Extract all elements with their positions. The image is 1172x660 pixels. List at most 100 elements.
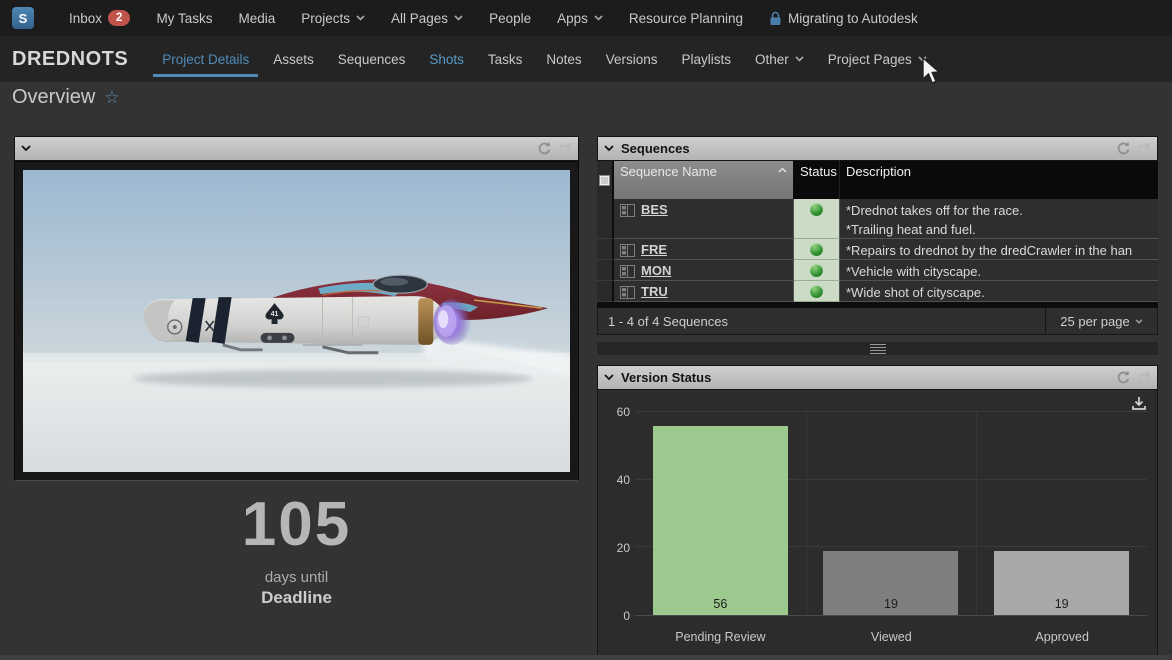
nav-media[interactable]: Media bbox=[225, 0, 288, 36]
bar-viewed[interactable]: 19 bbox=[823, 551, 958, 615]
refresh-icon[interactable] bbox=[537, 141, 552, 156]
favorite-star-icon[interactable]: ☆ bbox=[104, 88, 119, 108]
chevron-down-icon bbox=[1135, 319, 1143, 324]
shotgrid-logo[interactable]: S bbox=[12, 7, 34, 29]
nav-inbox[interactable]: Inbox 2 bbox=[56, 0, 143, 36]
bar-value-label: 19 bbox=[823, 597, 958, 611]
sort-ascending-icon bbox=[778, 167, 787, 173]
lock-icon bbox=[769, 11, 782, 26]
tab-tasks[interactable]: Tasks bbox=[476, 36, 535, 82]
tab-assets[interactable]: Assets bbox=[261, 36, 326, 82]
inbox-count-badge: 2 bbox=[108, 10, 130, 26]
table-row: TRU *Wide shot of cityscape. bbox=[597, 281, 1158, 302]
top-nav: S Inbox 2 My Tasks Media Projects All Pa… bbox=[0, 0, 1172, 36]
tab-shots[interactable]: Shots bbox=[417, 36, 476, 82]
media-thumbnail[interactable]: 41 bbox=[14, 161, 579, 481]
tab-playlists[interactable]: Playlists bbox=[669, 36, 743, 82]
nav-all-pages[interactable]: All Pages bbox=[378, 0, 476, 36]
column-header-sequence-name[interactable]: Sequence Name bbox=[614, 161, 794, 199]
sequences-table: Sequence Name Status Description BES *Dr… bbox=[597, 161, 1158, 308]
y-axis-tick-label: 40 bbox=[602, 473, 630, 487]
nav-people[interactable]: People bbox=[476, 0, 544, 36]
nav-resource-planning[interactable]: Resource Planning bbox=[616, 0, 756, 36]
status-cell[interactable] bbox=[794, 199, 840, 239]
sequence-link[interactable]: MON bbox=[641, 263, 671, 279]
version-status-chart: 561919 0204060 Pending ReviewViewedAppro… bbox=[597, 390, 1158, 656]
sequence-link[interactable]: BES bbox=[641, 202, 668, 218]
chevron-down-icon bbox=[454, 15, 463, 21]
sequence-link[interactable]: TRU bbox=[641, 284, 668, 300]
sequence-thumbnail-icon bbox=[620, 204, 635, 217]
description-cell[interactable]: *Repairs to drednot by the dredCrawler i… bbox=[840, 239, 1158, 260]
nav-my-tasks[interactable]: My Tasks bbox=[143, 0, 225, 36]
status-green-icon bbox=[810, 243, 823, 256]
chevron-down-icon bbox=[594, 15, 603, 21]
version-status-panel-header: Version Status bbox=[597, 365, 1158, 390]
tab-notes[interactable]: Notes bbox=[534, 36, 593, 82]
tab-versions[interactable]: Versions bbox=[594, 36, 670, 82]
deadline-countdown: 105 days until Deadline bbox=[14, 492, 579, 608]
record-range-text: 1 - 4 of 4 Sequences bbox=[598, 314, 1045, 329]
sequences-panel-header: Sequences bbox=[597, 136, 1158, 161]
resize-panel-icon[interactable] bbox=[1138, 142, 1151, 155]
refresh-icon[interactable] bbox=[1116, 370, 1131, 385]
version-status-panel-title: Version Status bbox=[621, 370, 711, 385]
bar-pending-review[interactable]: 56 bbox=[653, 426, 788, 615]
sequences-panel: Sequences Sequence Name Status Descripti… bbox=[597, 136, 1158, 335]
column-header-description[interactable]: Description bbox=[840, 161, 1158, 199]
description-cell[interactable]: *Wide shot of cityscape. bbox=[840, 281, 1158, 302]
refresh-icon[interactable] bbox=[1116, 141, 1131, 156]
y-axis-tick-label: 0 bbox=[602, 609, 630, 623]
status-cell[interactable] bbox=[794, 260, 840, 281]
tab-sequences[interactable]: Sequences bbox=[326, 36, 418, 82]
resize-panel-icon[interactable] bbox=[559, 142, 572, 155]
svg-text:41: 41 bbox=[271, 311, 279, 318]
description-cell[interactable]: *Drednot takes off for the race. *Traili… bbox=[840, 199, 1158, 239]
sequence-thumbnail-icon bbox=[620, 265, 635, 278]
column-header-status[interactable]: Status bbox=[794, 161, 840, 199]
select-all-cell bbox=[597, 161, 614, 199]
status-cell[interactable] bbox=[794, 281, 840, 302]
panel-resize-handle[interactable] bbox=[597, 342, 1158, 355]
tab-project-pages[interactable]: Project Pages bbox=[816, 36, 939, 82]
media-panel: 41 bbox=[14, 136, 579, 481]
bar-value-label: 56 bbox=[653, 597, 788, 611]
chart-plot: 56 19 19 bbox=[635, 412, 1147, 616]
sequence-thumbnail-icon bbox=[620, 286, 635, 299]
sequences-table-header: Sequence Name Status Description bbox=[597, 161, 1158, 199]
collapse-chevron-icon[interactable] bbox=[604, 374, 614, 381]
status-cell[interactable] bbox=[794, 239, 840, 260]
select-all-checkbox[interactable] bbox=[599, 175, 610, 186]
rocket-image: 41 bbox=[23, 170, 570, 472]
version-status-panel: Version Status 561919 0204060 Pending Re… bbox=[597, 365, 1158, 656]
nav-apps[interactable]: Apps bbox=[544, 0, 616, 36]
collapse-chevron-icon[interactable] bbox=[21, 145, 31, 152]
chevron-down-icon bbox=[356, 15, 365, 21]
x-axis-category-label: Pending Review bbox=[635, 630, 806, 644]
nav-migrating-to-autodesk[interactable]: Migrating to Autodesk bbox=[756, 0, 931, 36]
sequences-footer: 1 - 4 of 4 Sequences 25 per page bbox=[597, 308, 1158, 335]
drag-grip-icon bbox=[870, 344, 886, 354]
status-green-icon bbox=[810, 203, 823, 216]
tab-other[interactable]: Other bbox=[743, 36, 816, 82]
collapse-chevron-icon[interactable] bbox=[604, 145, 614, 152]
description-cell[interactable]: *Vehicle with cityscape. bbox=[840, 260, 1158, 281]
nav-projects[interactable]: Projects bbox=[288, 0, 378, 36]
page-title: Overview bbox=[12, 86, 95, 109]
countdown-label: Deadline bbox=[14, 588, 579, 608]
tab-project-details[interactable]: Project Details bbox=[150, 36, 261, 82]
download-chart-icon[interactable] bbox=[1131, 396, 1147, 411]
x-axis-category-label: Viewed bbox=[806, 630, 977, 644]
per-page-selector[interactable]: 25 per page bbox=[1045, 308, 1157, 334]
horizontal-scrollbar[interactable] bbox=[0, 655, 1172, 660]
media-panel-header bbox=[14, 136, 579, 161]
table-row: FRE *Repairs to drednot by the dredCrawl… bbox=[597, 239, 1158, 260]
bar-approved[interactable]: 19 bbox=[994, 551, 1129, 615]
y-axis-tick-label: 60 bbox=[602, 405, 630, 419]
status-green-icon bbox=[810, 285, 823, 298]
countdown-subtitle: days until bbox=[14, 569, 579, 586]
table-row: BES *Drednot takes off for the race. *Tr… bbox=[597, 199, 1158, 239]
sequences-panel-title: Sequences bbox=[621, 141, 690, 156]
sequence-link[interactable]: FRE bbox=[641, 242, 667, 258]
resize-panel-icon[interactable] bbox=[1138, 371, 1151, 384]
